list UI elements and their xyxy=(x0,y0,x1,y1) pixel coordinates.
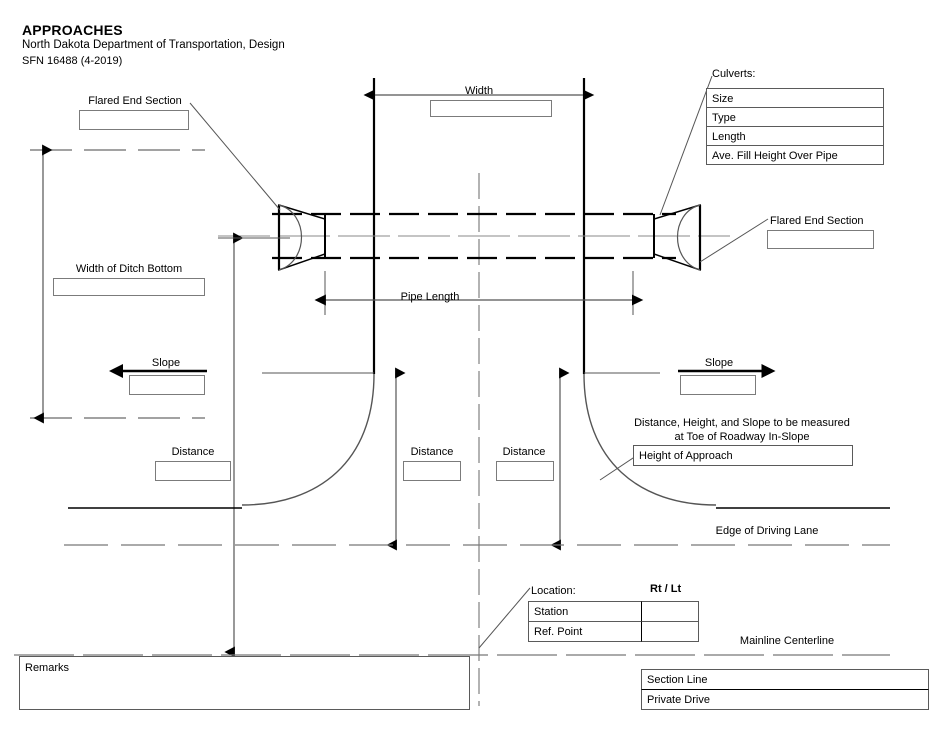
width-of-ditch-bottom-label: Width of Ditch Bottom xyxy=(75,263,183,275)
slope-left-input[interactable] xyxy=(129,375,205,395)
location-row-station-label[interactable]: Station xyxy=(528,601,642,622)
mainline-centerline-label: Mainline Centerline xyxy=(739,635,835,647)
edge-of-driving-lane-label: Edge of Driving Lane xyxy=(715,525,819,537)
culverts-row-type[interactable]: Type xyxy=(706,107,884,127)
culverts-heading: Culverts: xyxy=(712,68,756,80)
agency-subtitle: North Dakota Department of Transportatio… xyxy=(22,39,285,51)
measurement-note-line-2: at Toe of Roadway In-Slope xyxy=(674,431,810,443)
height-of-approach-field[interactable]: Height of Approach xyxy=(633,445,853,466)
private-drive-field[interactable]: Private Drive xyxy=(641,689,929,710)
page-title: APPROACHES xyxy=(22,22,123,38)
location-heading: Location: xyxy=(531,585,576,597)
width-label: Width xyxy=(464,85,494,97)
location-column-header: Rt / Lt xyxy=(650,583,682,595)
distance-center-left-label: Distance xyxy=(410,446,454,458)
slope-right-input[interactable] xyxy=(680,375,756,395)
distance-center-right-input[interactable] xyxy=(496,461,554,481)
location-row-ref-point-value[interactable] xyxy=(641,621,699,642)
slope-right-label: Slope xyxy=(704,357,734,369)
flared-end-section-right-input[interactable] xyxy=(767,230,874,249)
culverts-row-length[interactable]: Length xyxy=(706,126,884,146)
pipe-length-label: Pipe Length xyxy=(400,291,460,303)
culverts-row-fill-height[interactable]: Ave. Fill Height Over Pipe xyxy=(706,145,884,165)
width-input[interactable] xyxy=(430,100,552,117)
location-row-ref-point-label[interactable]: Ref. Point xyxy=(528,621,642,642)
flared-end-section-left-label: Flared End Section xyxy=(88,95,182,107)
flared-end-section-left-input[interactable] xyxy=(79,110,189,130)
section-line-field[interactable]: Section Line xyxy=(641,669,929,690)
location-table: Station Ref. Point xyxy=(528,601,699,642)
form-number: SFN 16488 (4-2019) xyxy=(22,55,123,67)
width-of-ditch-bottom-input[interactable] xyxy=(53,278,205,296)
distance-left-input[interactable] xyxy=(155,461,231,481)
flared-end-section-right-label: Flared End Section xyxy=(770,215,864,227)
distance-center-right-label: Distance xyxy=(502,446,546,458)
remarks-field[interactable]: Remarks xyxy=(19,656,470,710)
distance-left-label: Distance xyxy=(171,446,215,458)
distance-center-left-input[interactable] xyxy=(403,461,461,481)
measurement-note-line-1: Distance, Height, and Slope to be measur… xyxy=(634,417,850,429)
culverts-table: Size Type Length Ave. Fill Height Over P… xyxy=(706,88,884,165)
slope-left-label: Slope xyxy=(151,357,181,369)
location-row-station-value[interactable] xyxy=(641,601,699,622)
culverts-row-size[interactable]: Size xyxy=(706,88,884,108)
form-page: APPROACHES North Dakota Department of Tr… xyxy=(0,0,950,733)
legend-boxes: Section Line Private Drive xyxy=(641,669,929,710)
